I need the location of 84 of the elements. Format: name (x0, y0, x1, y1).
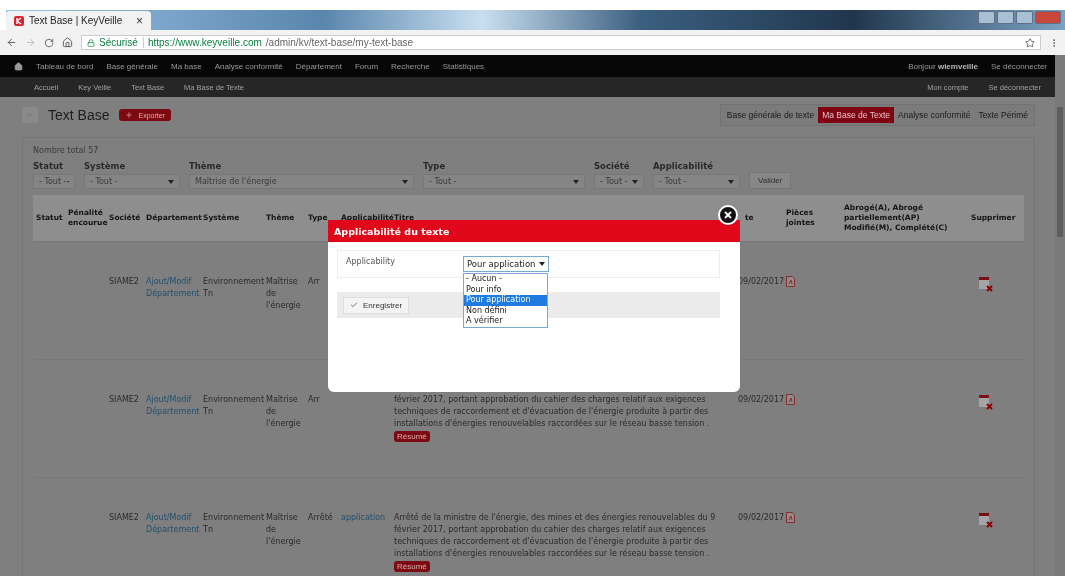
security-label: Sécurisé (99, 37, 144, 48)
page-tab[interactable]: Analyse conformité (894, 107, 975, 123)
filter-label: Thème (189, 161, 223, 171)
filter-select[interactable]: - Tout - (33, 174, 75, 189)
minimize-button[interactable] (997, 11, 1014, 24)
lock-icon (87, 38, 95, 47)
filter-select[interactable]: - Tout - (653, 174, 740, 189)
table-cell-text: Maîtrise de l'énergie (265, 512, 302, 548)
table-cell-text: Arrêté (307, 512, 334, 524)
filter-select[interactable]: Maîtrise de l'énergie (189, 174, 414, 189)
table-cell-text: Arr (307, 394, 321, 406)
summary-button[interactable]: Résumé (394, 431, 430, 442)
pdf-file-icon[interactable] (786, 512, 795, 523)
filter-label: Société (594, 161, 631, 171)
caret-icon (632, 179, 638, 184)
filter-select[interactable]: - Tout - (84, 174, 180, 189)
caret-icon (402, 179, 408, 184)
maximize-button[interactable] (1016, 11, 1033, 24)
table-cell-text: 09/02/2017 (737, 394, 783, 406)
table-cell-text: SIAME2 (108, 394, 140, 406)
tab-title: Text Base | KeyVeille (29, 15, 124, 26)
nav-link[interactable]: Recherche (391, 61, 430, 71)
bookmark-star-icon[interactable] (1025, 37, 1035, 48)
address-field[interactable]: Sécurisé https://www.keyveille.com /admin/kv/text-base/my-text-base (81, 35, 1041, 50)
nav-link[interactable]: Ma base (171, 61, 202, 71)
dropdown-option[interactable]: Pour application (464, 295, 547, 306)
nav-link[interactable]: Tableau de bord (36, 61, 94, 71)
table-cell-text: 09/02/2017 (737, 512, 783, 524)
save-button[interactable]: Enregistrer (343, 296, 410, 314)
check-icon (350, 301, 358, 309)
delete-icon[interactable] (978, 276, 993, 292)
caret-icon (573, 179, 579, 184)
text-title: février 2017, portant approbation du cahier des charges relatif aux exigences techniques de raccordement et d'évacuation de l'énergie produite à partir des installations d'énergies renouvelables raccordées sur le réseau basse tension . (394, 394, 711, 430)
table-cell-text: 09/02/2017 (737, 276, 783, 288)
table-cell-text: Maîtrise de l'énergie (265, 276, 302, 312)
nav-link[interactable]: Base générale (106, 61, 158, 71)
delete-icon[interactable] (978, 512, 993, 528)
filter-label: Statut (33, 161, 65, 171)
pdf-file-icon[interactable] (786, 394, 795, 405)
page-tab[interactable]: Ma Base de Texte (818, 107, 895, 123)
table-cell-text: Environnement Tn (202, 512, 263, 536)
browser-tab[interactable]: Text Base | KeyVeille × (6, 11, 151, 30)
table-cell-text: Maîtrise de l'énergie (265, 394, 302, 430)
nav-link[interactable]: Statistiques (442, 61, 485, 71)
home-icon[interactable] (62, 37, 73, 48)
page-title: Text Base (48, 107, 110, 123)
nav-link[interactable]: Département (295, 61, 342, 71)
text-title: Arrêté de la ministre de l'énergie, des mines et des énergies renouvelables du 9 février 2017, portant approbation du cahier des charges relatif aux exigences techniques de raccordement et d'évacuation de l'énergie produite à partir des installations d'énergies renouvelables raccordées sur le réseau basse tension . (394, 512, 717, 560)
scrollbar-thumb[interactable] (1057, 107, 1063, 237)
back-icon[interactable] (6, 37, 17, 48)
submit-button[interactable]: Valider (749, 172, 792, 189)
filter-select[interactable]: - Tout - (423, 174, 585, 189)
table-cell-text: SIAME2 (108, 276, 140, 288)
page-tab[interactable]: Texte Périmé (974, 107, 1032, 123)
logout-link[interactable]: Se déconnecter (990, 61, 1047, 71)
field-label: Applicability (346, 256, 396, 266)
site-logo-icon (14, 15, 24, 26)
pdf-file-icon[interactable] (786, 276, 795, 287)
filter-label: Système (84, 161, 127, 171)
filter-label: Applicabilité (653, 161, 714, 171)
caret-icon (168, 179, 174, 184)
page-tab[interactable]: Base générale de texte (722, 107, 819, 123)
reload-icon[interactable] (44, 37, 54, 48)
table-cell-text: SIAME2 (108, 512, 140, 524)
plus-icon (125, 111, 134, 119)
nav-link[interactable]: Forum (354, 61, 379, 71)
total-count: Nombre total 57 (33, 146, 100, 155)
caret-icon (728, 179, 734, 184)
filter-label: Type (423, 161, 447, 171)
nav-link[interactable]: Analyse conformité (214, 61, 283, 71)
summary-button[interactable]: Résumé (394, 561, 430, 572)
filter-select[interactable]: - Tout - (594, 174, 644, 189)
modal-title: Applicabilité du texte (328, 220, 740, 242)
greeting: Bonjour wiemveille (908, 61, 978, 71)
delete-icon[interactable] (978, 394, 993, 410)
caret-icon (539, 262, 545, 266)
applicability-select[interactable]: Pour application (463, 256, 549, 272)
tab-close-button[interactable]: × (136, 13, 143, 28)
url-path: /admin/kv/text-base/my-text-base (265, 37, 414, 48)
table-cell-text: Environnement Tn (202, 276, 263, 300)
url-host: https://www.keyveille.com (147, 37, 262, 48)
table-cell-text: Arr (307, 276, 321, 288)
home-icon[interactable] (14, 61, 23, 71)
table-cell-text: Environnement Tn (202, 394, 263, 418)
